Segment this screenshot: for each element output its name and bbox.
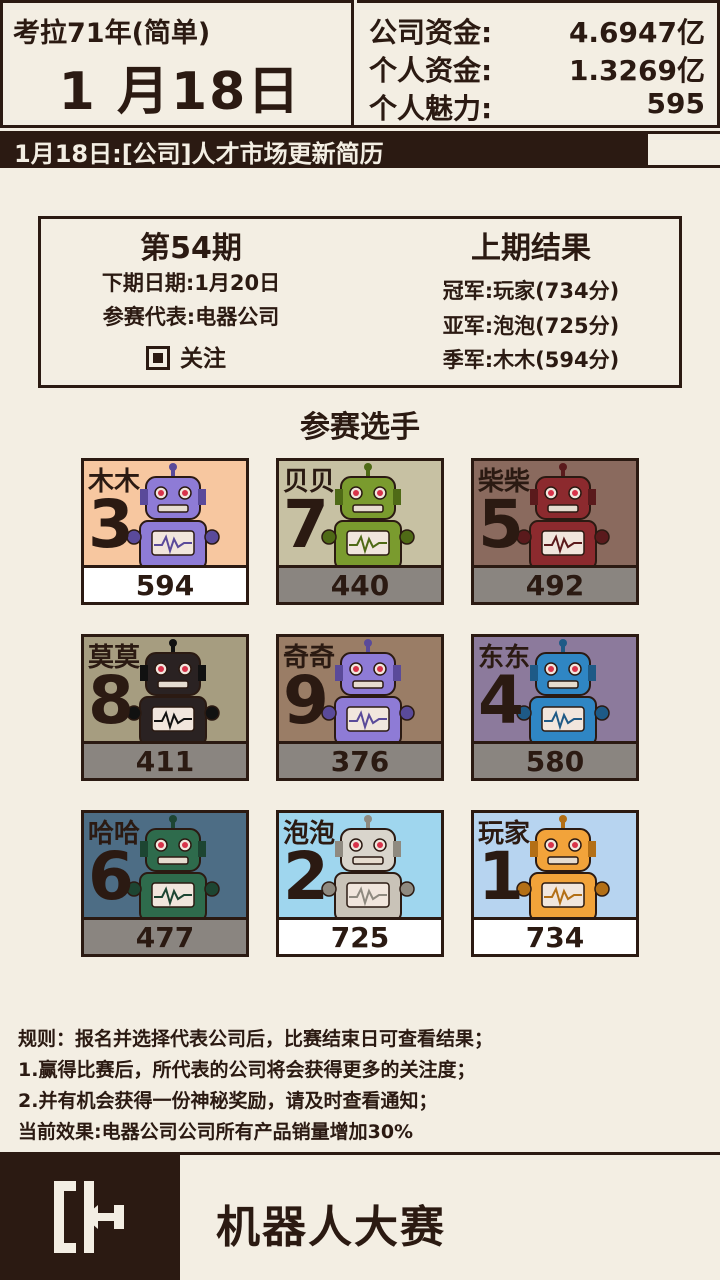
rules-line: 规则：报名并选择代表公司后，比赛结束日可查看结果； (18, 1028, 494, 1050)
player-score: 594 (84, 565, 246, 602)
player-number: 6 (88, 838, 134, 915)
company-funds-value: 4.6947亿 (568, 16, 705, 49)
player-card[interactable]: 哈哈 6 477 (81, 810, 249, 957)
player-number: 8 (88, 662, 134, 739)
follow-checkbox[interactable]: 关注 (146, 339, 226, 372)
player-card[interactable]: 东东 4 580 (471, 634, 639, 781)
player-score: 440 (279, 565, 441, 602)
player-number: 4 (478, 662, 524, 739)
news-ticker[interactable]: 1月18日:[公司]人才市场更新简历 (0, 131, 720, 168)
representative: 参赛代表:电器公司 (102, 305, 280, 329)
rules-text: 规则：报名并选择代表公司后，比赛结束日可查看结果； 1.赢得比赛后，所代表的公司… (18, 1024, 493, 1148)
player-score: 580 (474, 741, 636, 778)
next-date: 下期日期:1月20日 (101, 271, 281, 295)
personal-funds-value: 1.3269亿 (568, 54, 705, 87)
date-panel: 考拉71年(简单) 1 月18日 (0, 0, 354, 128)
player-card[interactable]: 贝贝 7 440 (276, 458, 444, 605)
rules-line: 2.并有机会获得一份神秘奖励，请及时查看通知； (18, 1090, 438, 1112)
robot-portrait: 柴柴 5 (474, 461, 636, 565)
runner-up-result: 亚军:泡泡(725分) (442, 314, 620, 338)
player-score: 411 (84, 741, 246, 778)
rules-line: 当前效果:电器公司公司所有产品销量增加30% (18, 1121, 414, 1143)
follow-label: 关注 (180, 346, 226, 372)
checkbox-checked-icon (146, 346, 170, 370)
champion-result: 冠军:玩家(734分) (442, 279, 620, 303)
player-card[interactable]: 莫莫 8 411 (81, 634, 249, 781)
charm-value: 595 (646, 87, 705, 120)
bottom-bar: 机器人大赛 (0, 1152, 720, 1280)
robot-portrait: 木木 3 (84, 461, 246, 565)
player-card[interactable]: 柴柴 5 492 (471, 458, 639, 605)
player-score: 477 (84, 917, 246, 954)
player-number: 7 (283, 486, 329, 563)
robot-portrait: 玩家 1 (474, 813, 636, 917)
company-funds-label: 公司资金: (369, 16, 493, 49)
player-number: 3 (88, 486, 134, 563)
player-card[interactable]: 玩家 1 734 (471, 810, 639, 957)
player-number: 2 (283, 838, 329, 915)
funds-panel: 公司资金: 4.6947亿 个人资金: 1.3269亿 个人魅力: 595 (357, 0, 720, 128)
ticker-message: 1月18日:[公司]人才市场更新简历 (14, 140, 384, 168)
third-place-result: 季军:木木(594分) (442, 348, 620, 372)
player-score: 492 (474, 565, 636, 602)
player-number: 5 (478, 486, 524, 563)
rules-line: 1.赢得比赛后，所代表的公司将会获得更多的关注度； (18, 1059, 476, 1081)
robot-portrait: 奇奇 9 (279, 637, 441, 741)
year-label: 考拉71年(简单) (13, 18, 211, 49)
exit-door-icon (54, 1181, 124, 1253)
player-card[interactable]: 木木 3 594 (81, 458, 249, 605)
last-results-title: 上期结果 (471, 231, 591, 266)
company-funds-row: 公司资金: 4.6947亿 (369, 11, 705, 49)
charm-row: 个人魅力: 595 (369, 87, 705, 125)
personal-funds-row: 个人资金: 1.3269亿 (369, 49, 705, 87)
robot-portrait: 哈哈 6 (84, 813, 246, 917)
robot-portrait: 莫莫 8 (84, 637, 246, 741)
player-score: 376 (279, 741, 441, 778)
exit-button[interactable] (0, 1155, 180, 1280)
player-score: 725 (279, 917, 441, 954)
player-card[interactable]: 奇奇 9 376 (276, 634, 444, 781)
page-title: 机器人大赛 (216, 1202, 446, 1253)
player-number: 9 (283, 662, 329, 739)
robot-portrait: 泡泡 2 (279, 813, 441, 917)
player-score: 734 (474, 917, 636, 954)
contest-info-panel: 第54期 下期日期:1月20日 参赛代表:电器公司 关注 上期结果 冠军:玩家(… (38, 216, 682, 388)
ticker-box (648, 134, 720, 165)
robot-portrait: 贝贝 7 (279, 461, 441, 565)
robot-portrait: 东东 4 (474, 637, 636, 741)
issue-number: 第54期 (140, 231, 242, 266)
player-card[interactable]: 泡泡 2 725 (276, 810, 444, 957)
top-header: 考拉71年(简单) 1 月18日 公司资金: 4.6947亿 个人资金: 1.3… (0, 0, 720, 128)
charm-label: 个人魅力: (369, 92, 493, 125)
personal-funds-label: 个人资金: (369, 54, 493, 87)
player-number: 1 (478, 838, 524, 915)
current-date: 1 月18日 (58, 62, 302, 122)
players-title: 参赛选手 (300, 410, 420, 445)
